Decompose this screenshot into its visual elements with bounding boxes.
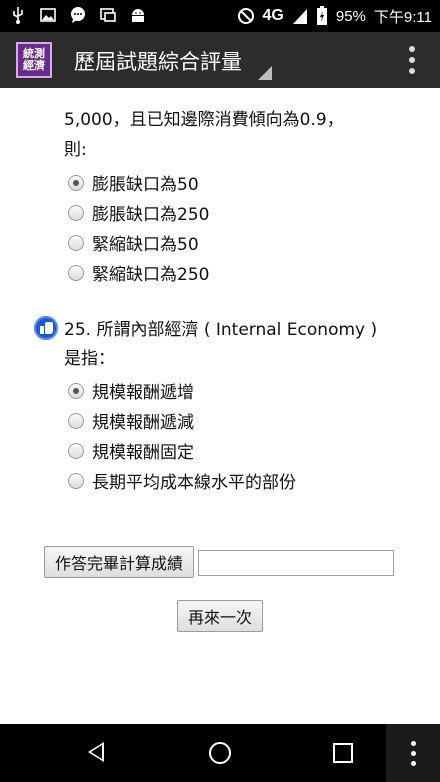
calculate-score-button[interactable]: 作答完畢計算成績 bbox=[44, 546, 194, 578]
question-text: 25. 所謂內部經濟 ( Internal Economy ) bbox=[64, 320, 378, 340]
option-label: 膨脹缺口為50 bbox=[92, 175, 199, 195]
overflow-menu-icon[interactable] bbox=[408, 46, 416, 74]
option[interactable]: 緊縮缺口為250 bbox=[68, 260, 209, 285]
option-label: 膨脹缺口為250 bbox=[92, 205, 210, 225]
radio-button[interactable] bbox=[68, 264, 84, 281]
retry-button[interactable]: 再來一次 bbox=[177, 600, 263, 632]
question-text: 5,000，且已知邊際消費傾向為0.9， bbox=[64, 110, 344, 130]
question-text: 是指： bbox=[64, 349, 115, 369]
signal-icon bbox=[292, 9, 307, 24]
score-field[interactable] bbox=[198, 550, 394, 576]
recents-icon[interactable] bbox=[333, 743, 353, 763]
battery-icon bbox=[316, 6, 327, 25]
radio-button[interactable] bbox=[68, 412, 84, 429]
radio-button[interactable] bbox=[68, 234, 84, 251]
question-text: 則: bbox=[64, 140, 87, 160]
radio-button[interactable] bbox=[68, 442, 84, 459]
app-bar: 統測經濟 歷屆試題綜合評量 bbox=[0, 32, 440, 88]
option-label: 緊縮缺口為250 bbox=[92, 265, 210, 285]
option[interactable]: 規模報酬遞增 bbox=[68, 378, 194, 403]
radio-button[interactable] bbox=[68, 472, 84, 489]
system-status: 4G 95% 下午9:11 bbox=[237, 0, 432, 32]
status-bar: 4G 95% 下午9:11 bbox=[0, 0, 440, 32]
option-label: 規模報酬遞增 bbox=[92, 383, 194, 403]
option[interactable]: 膨脹缺口為250 bbox=[68, 200, 209, 225]
chat-icon bbox=[71, 7, 85, 23]
option[interactable]: 長期平均成本線水平的部份 bbox=[68, 468, 296, 493]
clock: 下午9:11 bbox=[373, 8, 432, 26]
android-icon bbox=[132, 9, 144, 22]
network-type: 4G bbox=[262, 7, 284, 24]
app-title[interactable]: 歷屆試題綜合評量 bbox=[74, 46, 242, 76]
option-label: 規模報酬遞減 bbox=[92, 413, 194, 433]
option[interactable]: 規模報酬遞減 bbox=[68, 408, 194, 433]
image-icon bbox=[40, 8, 56, 22]
radio-button[interactable] bbox=[68, 382, 84, 399]
option-label: 規模報酬固定 bbox=[92, 443, 194, 463]
back-icon[interactable] bbox=[88, 742, 104, 762]
screen-icon bbox=[100, 8, 116, 22]
app-logo: 統測經濟 bbox=[16, 42, 52, 78]
usb-icon bbox=[13, 7, 23, 24]
option[interactable]: 膨脹缺口為50 bbox=[68, 170, 199, 195]
navigation-bar bbox=[0, 724, 440, 782]
notification-icons bbox=[8, 5, 148, 25]
battery-percent: 95% bbox=[335, 7, 366, 25]
option[interactable]: 規模報酬固定 bbox=[68, 438, 194, 463]
option-label: 緊縮缺口為50 bbox=[92, 235, 199, 255]
thumbs-up-icon bbox=[34, 316, 58, 340]
menu-icon[interactable] bbox=[386, 724, 440, 782]
radio-button[interactable] bbox=[68, 204, 84, 221]
radio-button[interactable] bbox=[68, 174, 84, 191]
spinner-arrow-icon[interactable] bbox=[258, 66, 272, 80]
do-not-disturb-icon bbox=[237, 8, 254, 24]
home-icon[interactable] bbox=[209, 742, 231, 764]
option[interactable]: 緊縮缺口為50 bbox=[68, 230, 199, 255]
option-label: 長期平均成本線水平的部份 bbox=[92, 473, 296, 493]
